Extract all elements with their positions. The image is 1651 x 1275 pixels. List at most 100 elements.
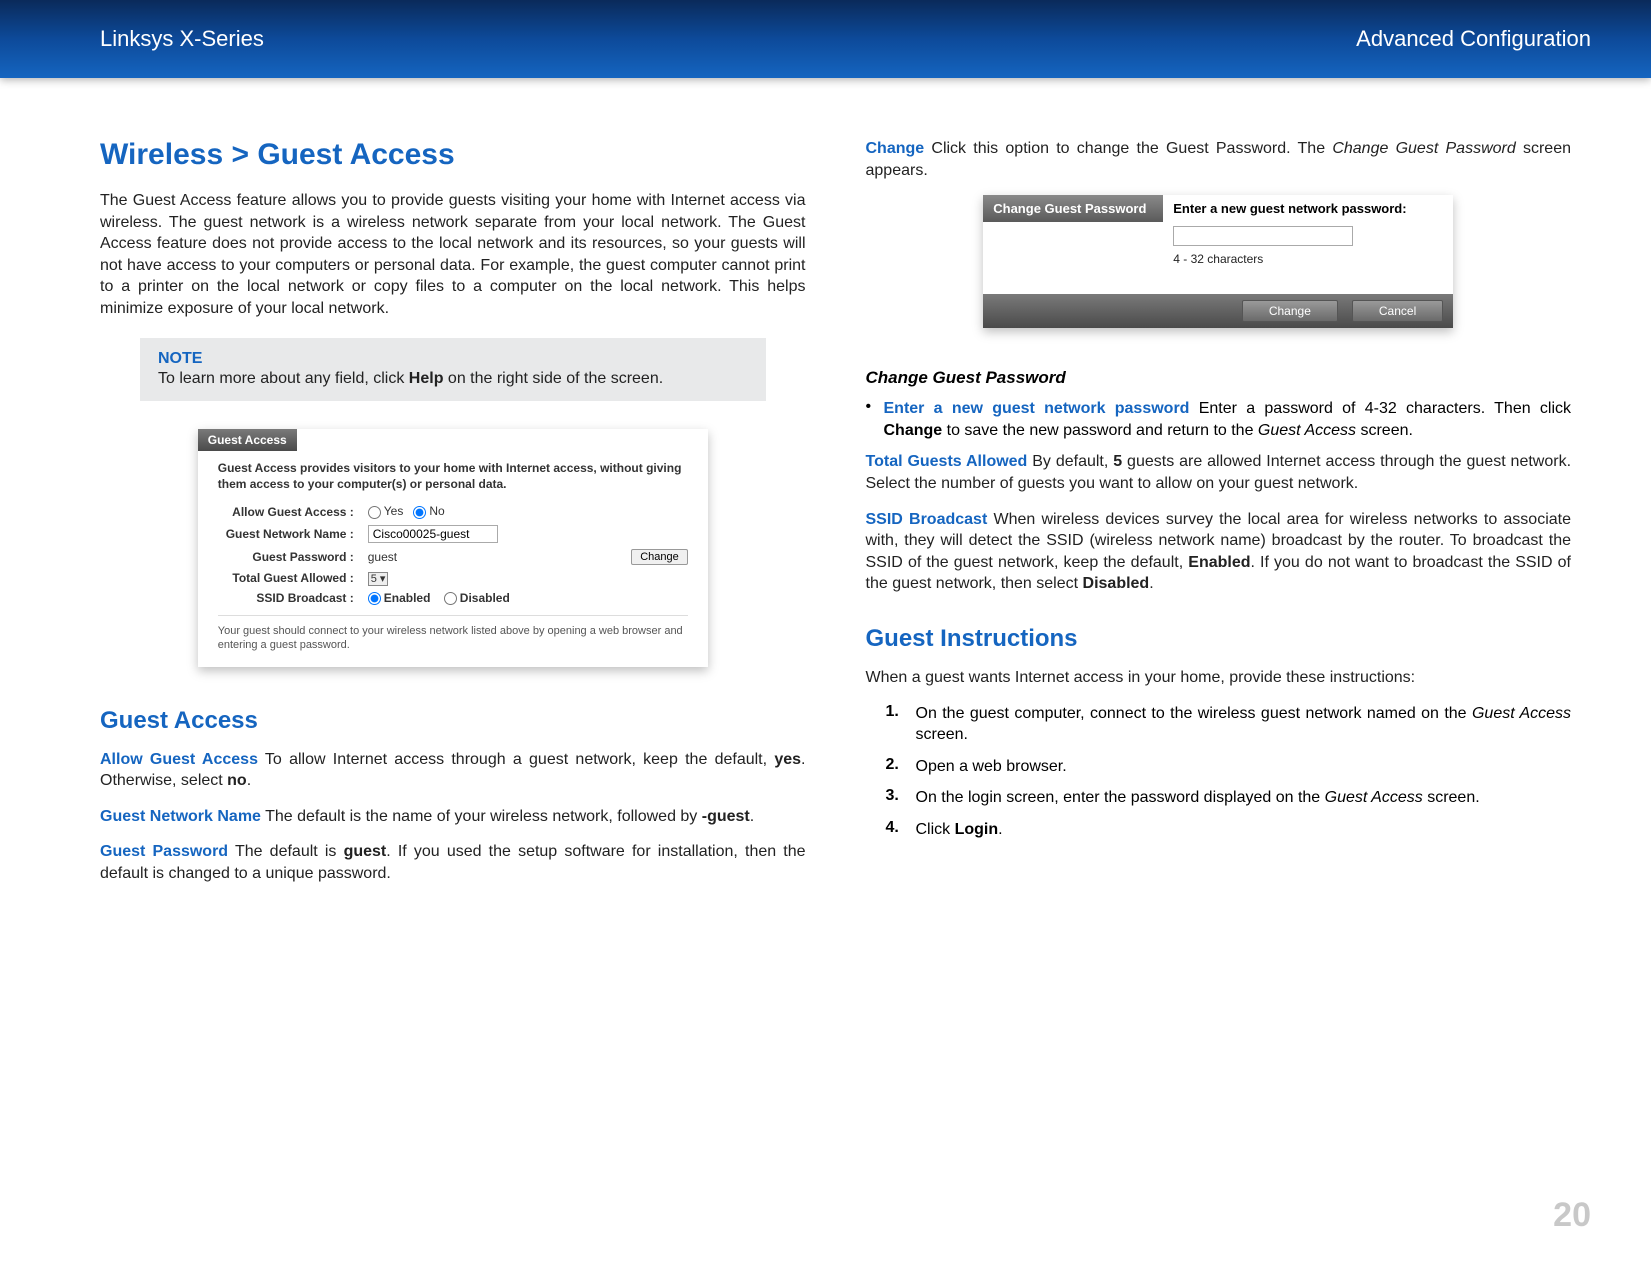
- radio-ssid-enabled[interactable]: [368, 592, 381, 605]
- step-4: 4. Click Login.: [866, 819, 1572, 841]
- figure-intro: Guest Access provides visitors to your h…: [218, 461, 688, 492]
- step-3-text: On the login screen, enter the password …: [916, 787, 1572, 809]
- label-network-name: Guest Network Name :: [218, 527, 368, 541]
- subhead-change-password: Change Guest Password: [866, 368, 1572, 388]
- radio-allow-yes[interactable]: [368, 506, 381, 519]
- intro-paragraph: The Guest Access feature allows you to p…: [100, 190, 806, 320]
- change-password-dialog: Change Guest Password Enter a new guest …: [983, 195, 1453, 328]
- text-pwd-1: The default is: [228, 843, 343, 860]
- section-guest-instructions: Guest Instructions: [866, 625, 1572, 653]
- note-text-post: on the right side of the screen.: [443, 370, 663, 387]
- para-guest-password: Guest Password The default is guest. If …: [100, 841, 806, 884]
- radio-ssid-disabled-label: Disabled: [460, 591, 510, 605]
- row-allow-access: Allow Guest Access : Yes No: [218, 504, 688, 518]
- term-enter-password: Enter a new guest network password: [884, 400, 1190, 417]
- bullet-enter-password: • Enter a new guest network password Ent…: [866, 398, 1572, 441]
- value-guest-password: guest: [368, 550, 397, 564]
- bullet-t2: to save the new password and return to t…: [942, 422, 1258, 439]
- bold-allow-yes: yes: [774, 751, 801, 768]
- bold-ssid-disabled: Disabled: [1083, 575, 1150, 592]
- bold-ssid-enabled: Enabled: [1188, 554, 1250, 571]
- bold-pwd-guest: guest: [344, 843, 387, 860]
- bullet-t3: screen.: [1356, 422, 1413, 439]
- text-allow-1: To allow Internet access through a guest…: [258, 751, 774, 768]
- bold-total-5: 5: [1113, 453, 1122, 470]
- dialog-change-button[interactable]: Change: [1242, 300, 1338, 322]
- value-ssid-broadcast: Enabled Disabled: [368, 591, 510, 605]
- para-change: Change Click this option to change the G…: [866, 138, 1572, 181]
- label-total-allowed: Total Guest Allowed :: [218, 571, 368, 585]
- right-column: Change Click this option to change the G…: [866, 138, 1572, 899]
- step-4-bold-login: Login: [955, 821, 999, 838]
- page-body: Wireless > Guest Access The Guest Access…: [0, 78, 1651, 899]
- text-name-1: The default is the name of your wireless…: [261, 808, 702, 825]
- italic-change-dialog: Change Guest Password: [1332, 140, 1515, 157]
- step-1: 1. On the guest computer, connect to the…: [866, 703, 1572, 746]
- para-allow-access: Allow Guest Access To allow Internet acc…: [100, 749, 806, 792]
- term-ssid-broadcast: SSID Broadcast: [866, 511, 988, 528]
- step-3-t2: screen.: [1423, 789, 1480, 806]
- radio-allow-no[interactable]: [413, 506, 426, 519]
- row-guest-password: Guest Password : guest Change: [218, 549, 688, 565]
- bold-guest-suffix: -guest: [702, 808, 750, 825]
- step-1-t2: screen.: [916, 726, 968, 743]
- term-allow-access: Allow Guest Access: [100, 751, 258, 768]
- input-network-name[interactable]: [368, 525, 498, 543]
- term-network-name: Guest Network Name: [100, 808, 261, 825]
- row-ssid-broadcast: SSID Broadcast : Enabled Disabled: [218, 591, 688, 605]
- note-box: NOTE To learn more about any field, clic…: [140, 338, 766, 402]
- header-section: Advanced Configuration: [1356, 26, 1591, 52]
- guest-access-screenshot: Guest Access Guest Access provides visit…: [198, 429, 708, 666]
- dialog: Change Guest Password Enter a new guest …: [983, 195, 1453, 328]
- left-column: Wireless > Guest Access The Guest Access…: [100, 138, 806, 899]
- step-3: 3. On the login screen, enter the passwo…: [866, 787, 1572, 809]
- text-change-1: Click this option to change the Guest Pa…: [924, 140, 1332, 157]
- step-2-num: 2.: [886, 756, 916, 778]
- dialog-body: 4 - 32 characters: [983, 222, 1453, 294]
- radio-ssid-enabled-label: Enabled: [384, 591, 431, 605]
- row-network-name: Guest Network Name :: [218, 525, 688, 543]
- step-4-t2: .: [998, 821, 1002, 838]
- para-total-guests: Total Guests Allowed By default, 5 guest…: [866, 451, 1572, 494]
- figure-tab-label: Guest Access: [198, 429, 297, 451]
- step-1-italic: Guest Access: [1472, 705, 1571, 722]
- radio-allow-no-label: No: [429, 504, 444, 518]
- radio-ssid-disabled[interactable]: [444, 592, 457, 605]
- select-total-allowed[interactable]: 5 ▾: [368, 572, 389, 586]
- value-allow-access: Yes No: [368, 504, 445, 518]
- bullet-bold-change: Change: [884, 422, 943, 439]
- row-total-allowed: Total Guest Allowed : 5 ▾: [218, 571, 688, 585]
- bullet-t1: Enter a password of 4-32 characters. The…: [1189, 400, 1571, 417]
- dialog-password-input[interactable]: [1173, 226, 1353, 246]
- note-text: To learn more about any field, click Hel…: [158, 368, 748, 390]
- step-4-text: Click Login.: [916, 819, 1572, 841]
- text-ssid-3: .: [1149, 575, 1153, 592]
- bullet-italic-screen: Guest Access: [1258, 422, 1356, 439]
- step-2: 2. Open a web browser.: [866, 756, 1572, 778]
- step-1-text: On the guest computer, connect to the wi…: [916, 703, 1572, 746]
- instructions-intro: When a guest wants Internet access in yo…: [866, 667, 1572, 689]
- text-name-2: .: [750, 808, 754, 825]
- step-4-num: 4.: [886, 819, 916, 841]
- note-text-bold: Help: [409, 370, 444, 387]
- bullet-marker: •: [866, 398, 884, 441]
- dialog-char-limit: 4 - 32 characters: [1173, 252, 1443, 266]
- bold-allow-no: no: [227, 772, 247, 789]
- text-allow-3: .: [247, 772, 251, 789]
- dialog-cancel-button[interactable]: Cancel: [1352, 300, 1443, 322]
- figure-body: Guest Access provides visitors to your h…: [198, 451, 708, 666]
- dialog-title: Change Guest Password: [983, 195, 1163, 222]
- header-brand: Linksys X-Series: [100, 26, 264, 52]
- step-1-t1: On the guest computer, connect to the wi…: [916, 705, 1472, 722]
- term-total-guests: Total Guests Allowed: [866, 453, 1028, 470]
- step-2-text: Open a web browser.: [916, 756, 1572, 778]
- step-3-italic: Guest Access: [1325, 789, 1423, 806]
- page-number: 20: [1553, 1196, 1591, 1235]
- note-title: NOTE: [158, 350, 748, 368]
- change-password-button[interactable]: Change: [631, 549, 688, 565]
- text-total-1: By default,: [1027, 453, 1113, 470]
- dialog-prompt: Enter a new guest network password:: [1163, 195, 1453, 222]
- para-network-name: Guest Network Name The default is the na…: [100, 806, 806, 828]
- step-3-num: 3.: [886, 787, 916, 809]
- step-1-num: 1.: [886, 703, 916, 746]
